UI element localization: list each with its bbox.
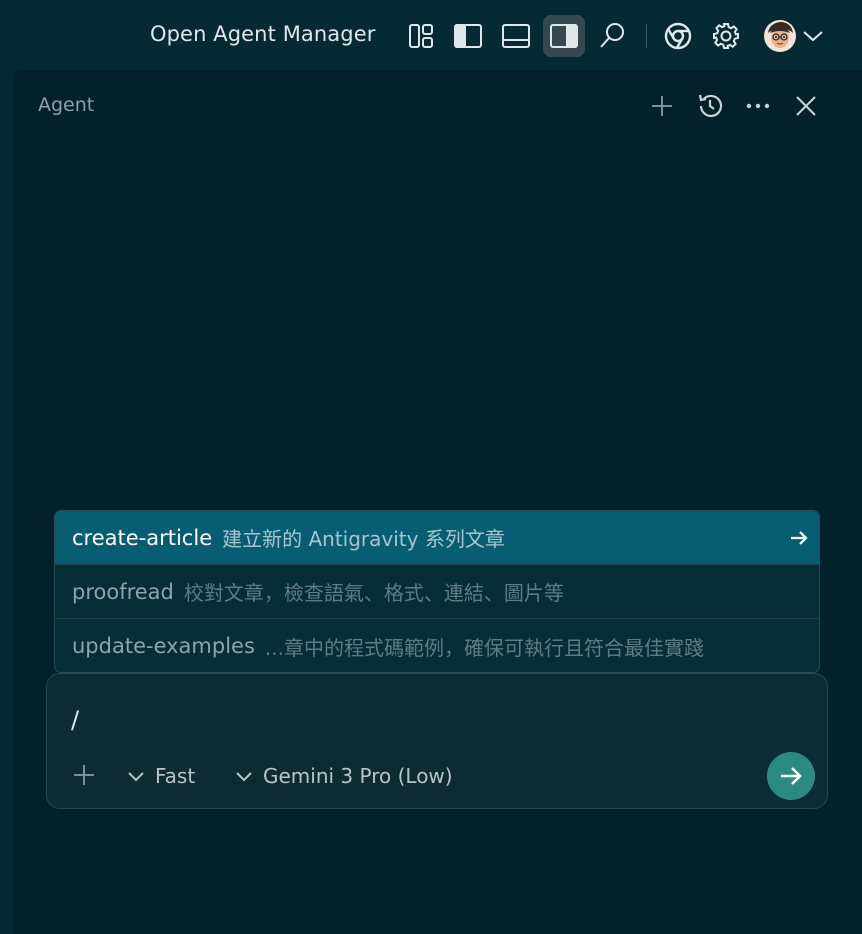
message-input[interactable]: / (71, 706, 79, 734)
layout-grid-icon[interactable] (400, 15, 442, 57)
command-suggestions: create-article 建立新的 Antigravity 系列文章 pro… (54, 510, 820, 673)
chat-composer: / Fast Gemini 3 Pro (Low) (46, 673, 828, 809)
history-icon[interactable] (692, 88, 728, 124)
suggestion-name: proofread (72, 579, 174, 604)
suggestion-description: ...章中的程式碼範例，確保可執行且符合最佳實踐 (264, 635, 704, 660)
add-context-icon[interactable] (69, 760, 99, 790)
suggestion-create-article[interactable]: create-article 建立新的 Antigravity 系列文章 (55, 511, 819, 565)
suggestion-description: 建立新的 Antigravity 系列文章 (222, 527, 505, 551)
toolbar-divider (646, 24, 647, 48)
panel-bottom-icon[interactable] (495, 15, 537, 57)
search-icon[interactable] (591, 15, 633, 57)
close-icon[interactable] (788, 88, 824, 124)
gear-icon[interactable] (705, 15, 747, 57)
mode-dropdown[interactable]: Fast (127, 762, 195, 790)
title-bar: Open Agent Manager (0, 0, 862, 70)
suggestion-name: update-examples (72, 634, 255, 658)
arrow-right-icon (791, 531, 808, 545)
suggestion-name: create-article (72, 525, 213, 550)
panel-title: Agent (38, 94, 95, 116)
suggestion-description: 校對文章，檢查語氣、格式、連結、圖片等 (183, 581, 564, 605)
chevron-down-icon (128, 772, 144, 782)
model-label: Gemini 3 Pro (Low) (263, 764, 453, 788)
mode-label: Fast (155, 764, 196, 788)
chevron-down-icon[interactable] (796, 15, 830, 57)
chrome-icon[interactable] (657, 15, 699, 57)
open-agent-manager-link[interactable]: Open Agent Manager (150, 22, 375, 46)
suggestion-update-examples[interactable]: update-examples ...章中的程式碼範例，確保可執行且符合最佳實踐 (55, 619, 819, 672)
send-button[interactable] (767, 752, 815, 800)
chevron-down-icon (236, 772, 252, 782)
model-dropdown[interactable]: Gemini 3 Pro (Low) (235, 762, 453, 790)
sidebar-left-icon[interactable] (447, 15, 489, 57)
more-icon[interactable] (740, 88, 776, 124)
sidebar-right-icon[interactable] (543, 15, 585, 57)
plus-icon[interactable] (644, 88, 680, 124)
suggestion-proofread[interactable]: proofread 校對文章，檢查語氣、格式、連結、圖片等 (55, 565, 819, 619)
app-window: Open Agent Manager Agent create-article … (0, 0, 862, 934)
agent-panel: Agent create-article 建立新的 Antigravity 系列… (14, 70, 862, 934)
arrow-right-icon (781, 767, 802, 785)
